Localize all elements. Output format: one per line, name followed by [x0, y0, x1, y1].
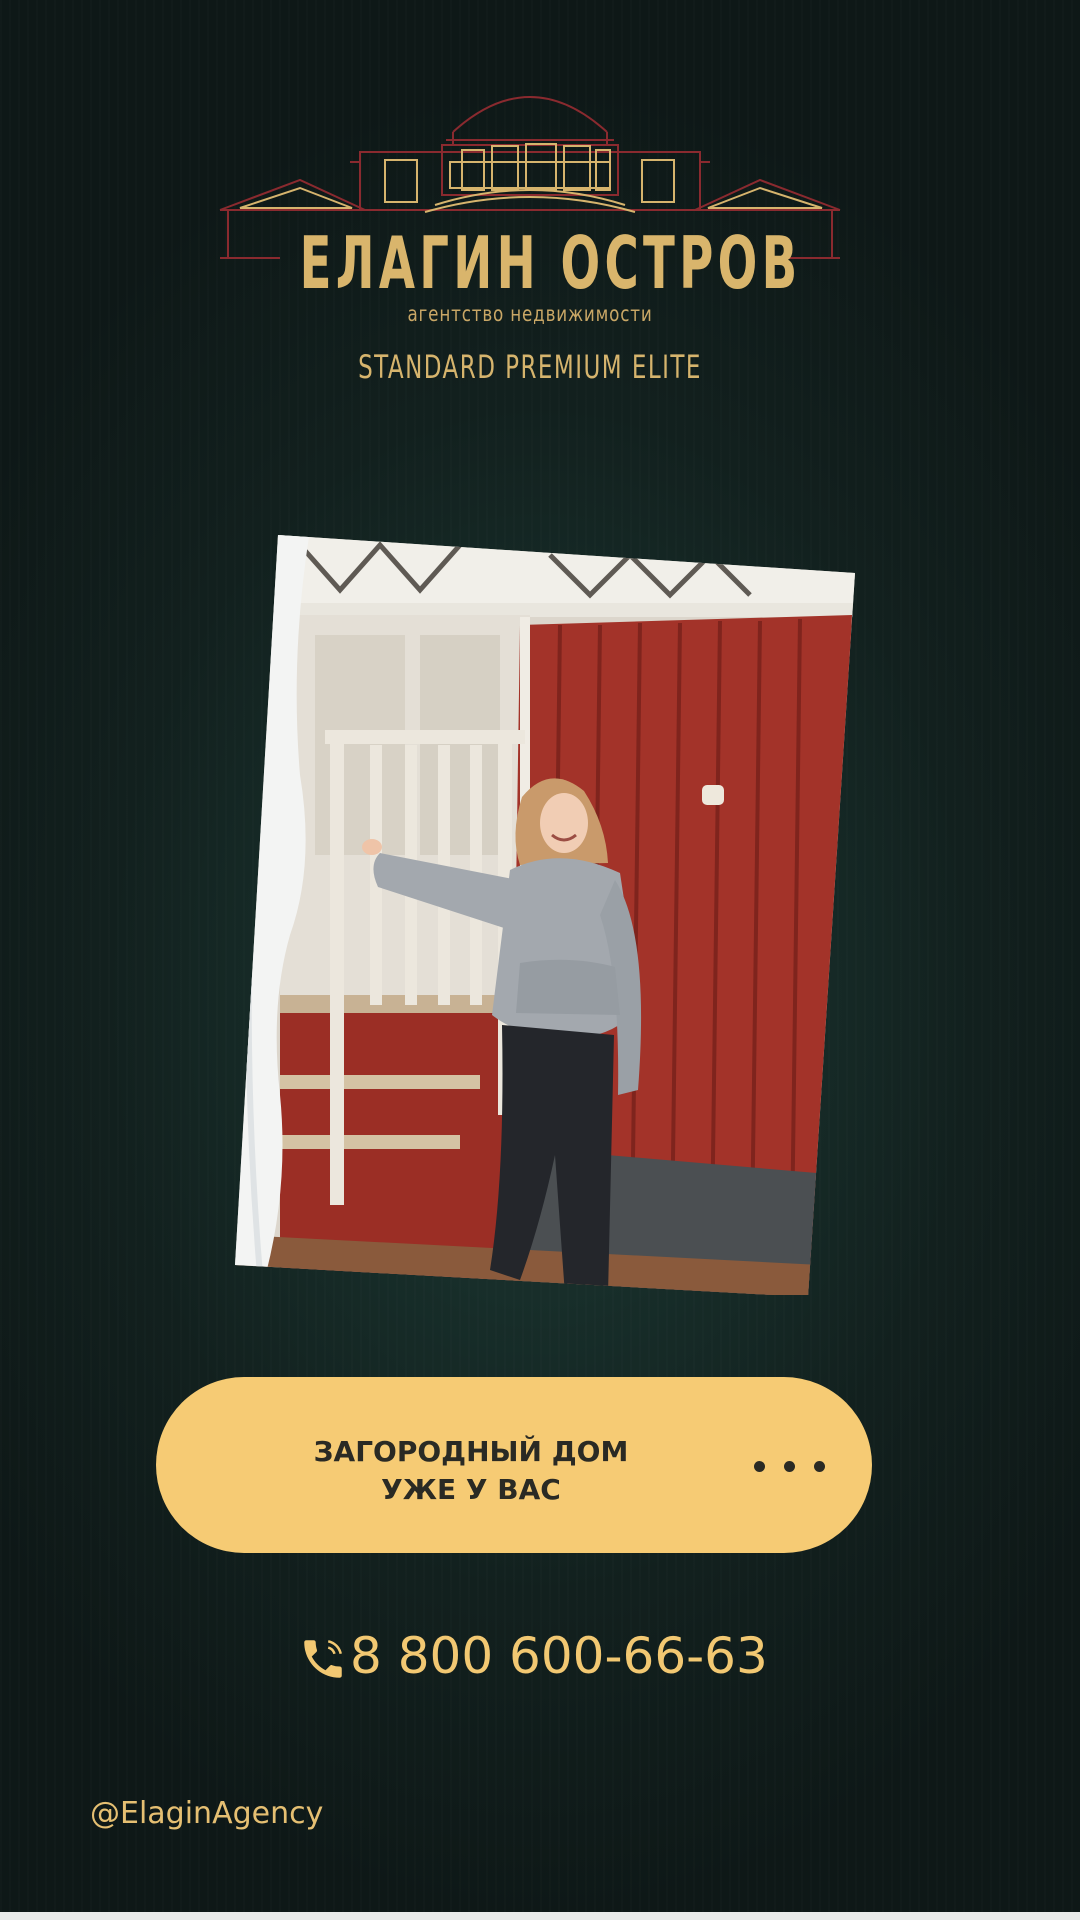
- brand-tiers: STANDARD PREMIUM ELITE: [358, 348, 702, 386]
- property-photo: [220, 535, 860, 1295]
- photo-of-woman-at-red-house: [235, 535, 855, 1295]
- social-handle[interactable]: @ElaginAgency: [90, 1796, 323, 1831]
- brand-logo: ЕЛАГИН ОСТРОВ агентство недвижимости STA…: [210, 70, 850, 400]
- bottom-edge: [0, 1912, 1080, 1920]
- phone-icon: [304, 1640, 342, 1678]
- brand-name: ЕЛАГИН ОСТРОВ: [299, 221, 802, 305]
- cta-label: ЗАГОРОДНЫЙ ДОМ УЖЕ У ВАС: [313, 1435, 629, 1506]
- phone-number: 8 800 600-66-63: [350, 1627, 768, 1685]
- cta-button[interactable]: ЗАГОРОДНЫЙ ДОМ УЖЕ У ВАС: [156, 1377, 872, 1553]
- phone-link[interactable]: 8 800 600-66-63: [298, 1622, 778, 1692]
- more-dots-icon: [754, 1445, 834, 1485]
- brand-subtitle: агентство недвижимости: [407, 302, 653, 326]
